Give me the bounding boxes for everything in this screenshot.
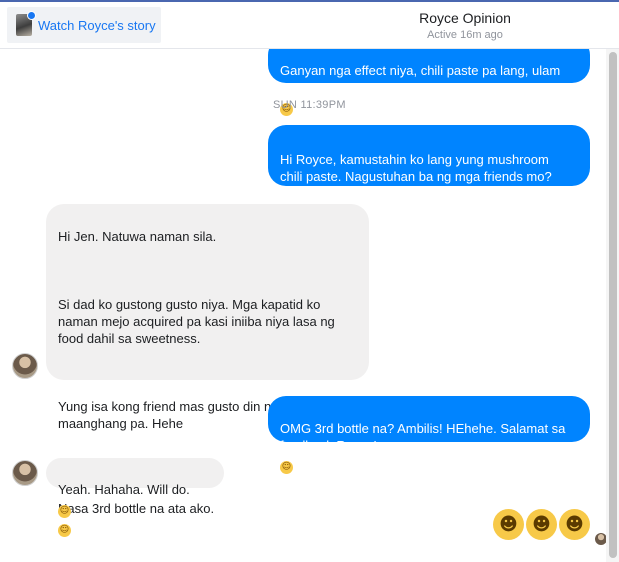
message-thread[interactable]: Ganyan nga effect niya, chili paste pa l… — [0, 49, 606, 562]
grinning-face-icon: ☻ — [559, 509, 590, 540]
new-story-dot-icon — [27, 11, 36, 20]
message-text: Ganyan nga effect niya, chili paste pa l… — [280, 63, 561, 95]
contact-avatar[interactable] — [12, 460, 38, 486]
message-text: Hi Royce, kamustahin ko lang yung mushro… — [280, 152, 552, 184]
scrollbar-thumb[interactable] — [609, 52, 617, 558]
incoming-message[interactable]: Yeah. Hahaha. Will do. ☺ — [46, 458, 224, 518]
outgoing-message[interactable]: Ganyan nga effect niya, chili paste pa l… — [268, 49, 590, 116]
story-thumbnail — [16, 11, 36, 36]
active-status: Active 16m ago — [427, 29, 503, 41]
conversation-header: Watch Royce's story Royce Opinion Active… — [0, 2, 619, 49]
grinning-face-icon: ☻ — [493, 509, 524, 540]
seen-avatar — [595, 533, 606, 545]
watch-story-button[interactable]: Watch Royce's story — [7, 7, 161, 43]
incoming-message[interactable]: Hi Jen. Natuwa naman sila. Si dad ko gus… — [46, 204, 369, 537]
message-text: Yeah. Hahaha. Will do. — [58, 482, 190, 497]
message-text: Nasa 3rd bottle na ata ako. — [58, 501, 215, 516]
message-paragraph: Hi Jen. Natuwa naman sila. — [58, 229, 217, 244]
message-paragraph: Si dad ko gustong gusto niya. Mga kapati… — [58, 297, 335, 346]
outgoing-message[interactable]: Hi Royce, kamustahin ko lang yung mushro… — [268, 125, 590, 239]
timestamp: SUN 11:39PM — [273, 99, 346, 111]
watch-story-label: Watch Royce's story — [38, 17, 156, 33]
grinning-face-icon: ☻ — [526, 509, 557, 540]
outgoing-message[interactable]: OMG 3rd bottle na? Ambilis! HEhehe. Sala… — [268, 396, 590, 490]
emoji-message[interactable]: ☻ ☻ ☻ — [493, 509, 590, 540]
laughing-face-icon: ☺ — [58, 524, 71, 537]
message-text: OMG 3rd bottle na? Ambilis! HEhehe. Sala… — [280, 421, 566, 453]
message-text: Keep enjoying! — [280, 475, 367, 490]
smiling-face-icon: ☺ — [58, 505, 71, 518]
contact-avatar[interactable] — [12, 353, 38, 379]
contact-name[interactable]: Royce Opinion — [360, 10, 570, 26]
laughing-face-icon: ☺ — [280, 461, 293, 474]
